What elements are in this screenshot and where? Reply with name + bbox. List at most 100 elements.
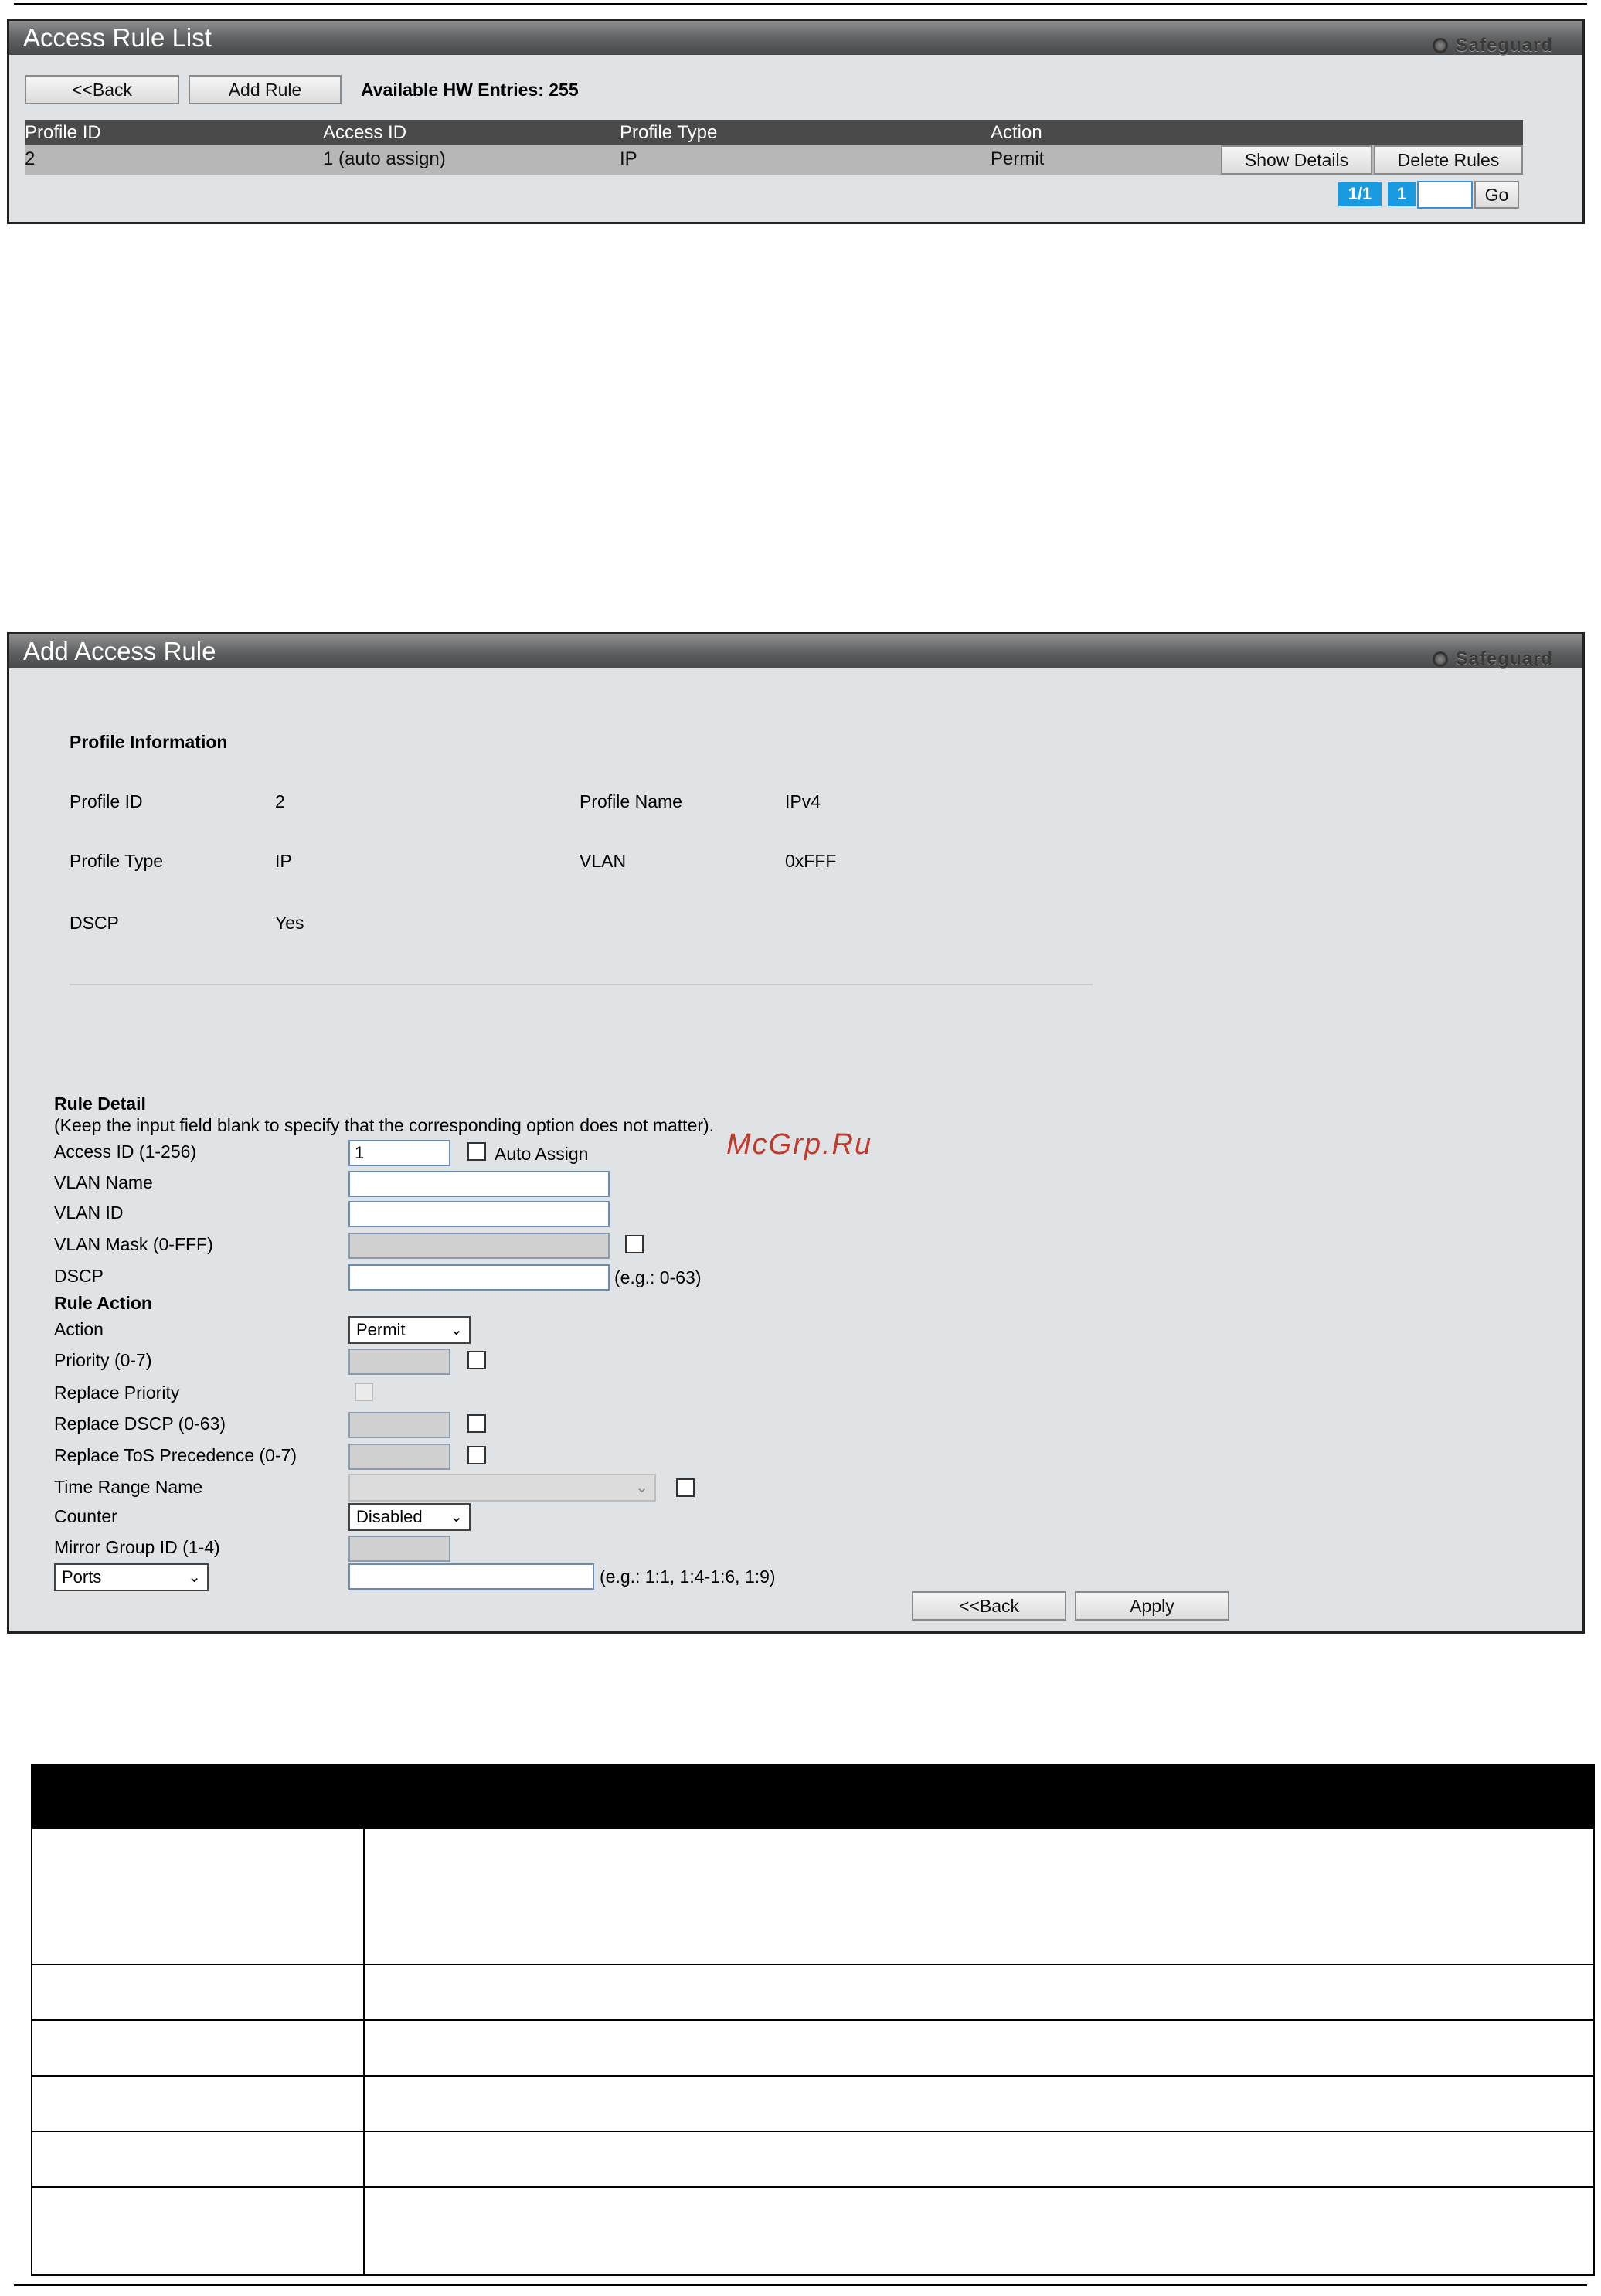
add-rule-button[interactable]: Add Rule <box>189 75 342 104</box>
page-count-badge: 1/1 <box>1338 182 1382 206</box>
available-hw-entries: Available HW Entries: 255 <box>361 80 579 100</box>
access-rule-list-panel: Access Rule List Safeguard <<Back Add Ru… <box>7 19 1585 224</box>
ports-selected-value: Ports <box>62 1567 102 1587</box>
replace-priority-label: Replace Priority <box>54 1383 180 1403</box>
dscp-input[interactable] <box>348 1264 610 1291</box>
col-action: Action <box>991 122 1042 143</box>
rule-table-header: Profile ID Access ID Profile Type Action <box>25 120 1523 145</box>
profile-id-label: Profile ID <box>70 791 143 811</box>
doc-table-row <box>31 2188 1595 2276</box>
top-rule <box>14 3 1587 5</box>
action-select[interactable]: Permit ⌄ <box>348 1316 471 1344</box>
column-divider <box>363 2077 365 2131</box>
counter-select[interactable]: Disabled ⌄ <box>348 1503 471 1531</box>
vlan-mask-input[interactable] <box>348 1233 610 1259</box>
cell-action: Permit <box>991 148 1045 169</box>
chevron-down-icon: ⌄ <box>450 1321 463 1338</box>
ports-select[interactable]: Ports ⌄ <box>54 1563 209 1591</box>
vlan-mask-label: VLAN Mask (0-FFF) <box>54 1234 213 1254</box>
profile-id-value: 2 <box>275 791 285 811</box>
apply-button[interactable]: Apply <box>1075 1591 1229 1621</box>
priority-label: Priority (0-7) <box>54 1350 152 1370</box>
column-divider <box>363 1829 365 1964</box>
vlan-value: 0xFFF <box>785 851 837 871</box>
ports-input[interactable] <box>348 1563 594 1590</box>
cell-profile-id: 2 <box>25 148 36 169</box>
replace-dscp-label: Replace DSCP (0-63) <box>54 1413 226 1434</box>
go-button[interactable]: Go <box>1474 181 1519 209</box>
counter-selected-value: Disabled <box>356 1507 423 1526</box>
dscp-value: Yes <box>275 913 304 933</box>
priority-checkbox[interactable] <box>467 1351 486 1369</box>
add-access-rule-title: Add Access Rule <box>23 637 216 665</box>
cell-access-id: 1 (auto assign) <box>323 148 446 169</box>
back-button[interactable]: <<Back <box>912 1591 1066 1621</box>
vlan-name-label: VLAN Name <box>54 1172 153 1192</box>
show-details-button[interactable]: Show Details <box>1221 145 1372 175</box>
page-number-input[interactable] <box>1417 181 1473 209</box>
ports-hint: (e.g.: 1:1, 1:4-1:6, 1:9) <box>600 1566 776 1587</box>
safeguard-icon <box>1432 651 1448 667</box>
dscp-field-label: DSCP <box>54 1266 104 1286</box>
divider <box>70 984 1093 985</box>
safeguard-indicator: Safeguard <box>1432 29 1553 63</box>
auto-assign-checkbox[interactable] <box>467 1142 486 1161</box>
action-selected-value: Permit <box>356 1320 406 1339</box>
vlan-id-input[interactable] <box>348 1201 610 1227</box>
col-access-id: Access ID <box>323 122 407 143</box>
chevron-down-icon: ⌄ <box>450 1509 463 1526</box>
doc-table-row <box>31 2021 1595 2077</box>
replace-priority-checkbox[interactable] <box>355 1383 373 1401</box>
replace-tos-input[interactable] <box>348 1444 450 1470</box>
col-profile-id: Profile ID <box>25 122 101 143</box>
chevron-down-icon: ⌄ <box>188 1569 201 1586</box>
doc-table-header <box>31 1764 1595 1829</box>
dscp-hint: (e.g.: 0-63) <box>614 1267 702 1287</box>
time-range-select[interactable]: ⌄ <box>348 1474 656 1502</box>
vlan-id-label: VLAN ID <box>54 1202 124 1223</box>
profile-type-label: Profile Type <box>70 851 164 871</box>
access-rule-list-title: Access Rule List <box>23 23 212 52</box>
counter-label: Counter <box>54 1506 117 1526</box>
watermark: McGrp.Ru <box>726 1128 873 1161</box>
cell-profile-type: IP <box>620 148 637 169</box>
bottom-rule <box>14 2284 1587 2286</box>
back-button[interactable]: <<Back <box>25 75 179 104</box>
rule-detail-note: (Keep the input field blank to specify t… <box>54 1115 715 1135</box>
safeguard-icon <box>1432 38 1448 53</box>
delete-rules-button[interactable]: Delete Rules <box>1374 145 1523 175</box>
table-row: 2 1 (auto assign) IP Permit Show Details… <box>25 145 1523 175</box>
access-id-label: Access ID (1-256) <box>54 1141 197 1162</box>
panel-title: Access Rule List Safeguard <box>9 21 1582 56</box>
vlan-label: VLAN <box>580 851 627 871</box>
action-label: Action <box>54 1319 104 1339</box>
doc-table-row <box>31 1829 1595 1965</box>
dscp-label: DSCP <box>70 913 119 933</box>
column-divider <box>363 1965 365 2019</box>
doc-table-row <box>31 2132 1595 2188</box>
doc-table-row <box>31 2077 1595 2132</box>
profile-information-heading: Profile Information <box>70 732 228 752</box>
replace-tos-label: Replace ToS Precedence (0-7) <box>54 1445 297 1465</box>
profile-name-value: IPv4 <box>785 791 821 811</box>
column-divider <box>363 2132 365 2186</box>
rule-action-heading: Rule Action <box>54 1293 152 1313</box>
panel-title: Add Access Rule Safeguard <box>9 634 1582 669</box>
page-1-link[interactable]: 1 <box>1388 182 1416 206</box>
column-divider <box>363 2188 365 2274</box>
priority-input[interactable] <box>348 1349 450 1375</box>
auto-assign-label: Auto Assign <box>495 1144 589 1164</box>
rule-detail-heading: Rule Detail <box>54 1094 146 1114</box>
replace-tos-checkbox[interactable] <box>467 1446 486 1464</box>
safeguard-indicator: Safeguard <box>1432 642 1553 676</box>
access-id-input[interactable] <box>348 1140 450 1166</box>
replace-dscp-input[interactable] <box>348 1412 450 1438</box>
replace-dscp-checkbox[interactable] <box>467 1414 486 1433</box>
safeguard-label: Safeguard <box>1455 35 1553 56</box>
profile-name-label: Profile Name <box>580 791 682 811</box>
time-range-checkbox[interactable] <box>676 1478 695 1497</box>
vlan-name-input[interactable] <box>348 1171 610 1197</box>
mirror-group-input[interactable] <box>348 1536 450 1562</box>
vlan-mask-checkbox[interactable] <box>625 1235 644 1253</box>
column-divider <box>363 2021 365 2075</box>
